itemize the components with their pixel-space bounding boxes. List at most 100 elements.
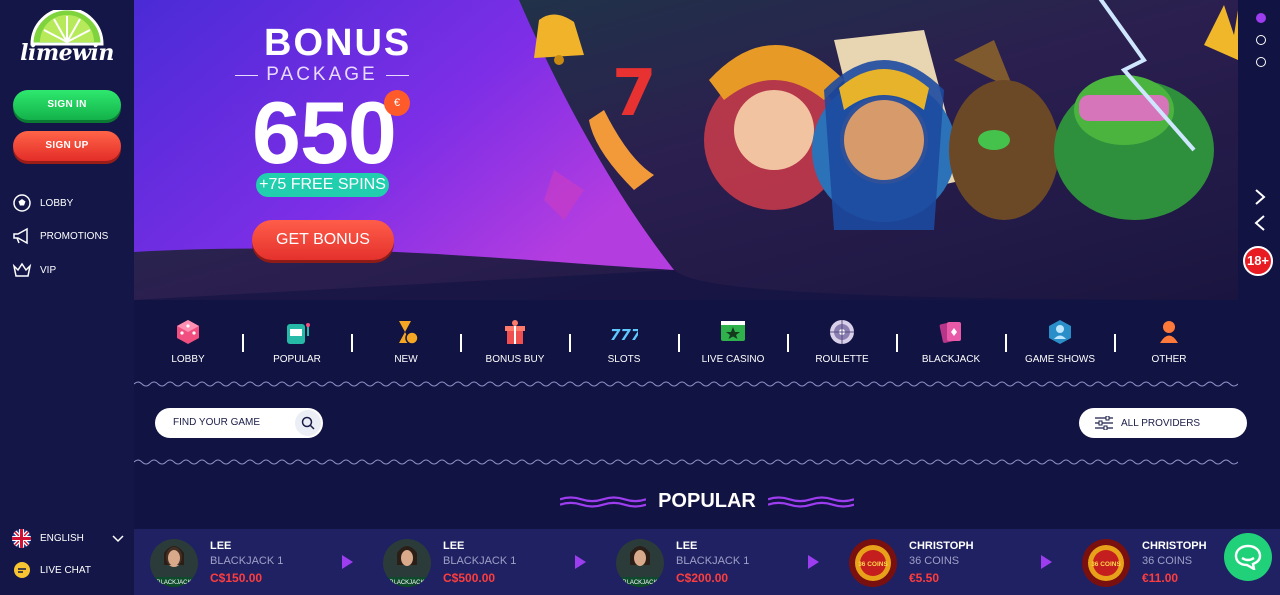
crown-icon <box>12 262 32 277</box>
win-player-name: LEE <box>210 540 232 552</box>
win-game-name: 36 COINS <box>1142 555 1193 567</box>
wave-decoration-icon <box>560 495 647 508</box>
logo-text: limewin <box>20 40 114 66</box>
sidebar-item-vip[interactable]: VIP <box>12 260 56 280</box>
search-placeholder: FIND YOUR GAME <box>173 417 261 428</box>
live-chat-button[interactable] <box>1224 533 1272 581</box>
category-other[interactable]: OTHER <box>1115 318 1223 365</box>
win-game-name: BLACKJACK 1 <box>443 555 517 567</box>
blackjack-thumbnail: BLACKJACK <box>616 539 664 587</box>
category-game-shows[interactable]: GAME SHOWS <box>1006 318 1114 365</box>
gift-icon <box>505 320 525 344</box>
chevron-down-icon <box>112 534 124 542</box>
category-label: BLACKJACK <box>921 354 981 365</box>
hourglass-icon <box>399 321 419 345</box>
divider <box>235 74 259 76</box>
win-player-name: CHRISTOPH <box>1142 540 1207 552</box>
next-arrow-icon[interactable] <box>1252 188 1268 206</box>
category-nav: LOBBY POPULAR NEW BONUS BUY 777 SLOTS LI… <box>134 318 1238 368</box>
svg-text:36 COINS: 36 COINS <box>1091 561 1121 568</box>
coins-thumbnail: 36 COINS <box>1082 539 1130 587</box>
get-bonus-button[interactable]: GET BONUS <box>252 220 394 260</box>
win-item[interactable]: BLACKJACK LEE BLACKJACK 1 C$150.00 <box>150 539 370 587</box>
recent-wins-strip: BLACKJACK LEE BLACKJACK 1 C$150.00 BLACK… <box>134 529 1280 595</box>
win-amount: €11.00 <box>1142 571 1179 585</box>
category-blackjack[interactable]: BLACKJACK <box>897 318 1005 365</box>
sidebar-item-lobby[interactable]: LOBBY <box>12 193 73 213</box>
category-slots[interactable]: 777 SLOTS <box>570 318 678 365</box>
play-icon[interactable] <box>1041 555 1052 569</box>
play-icon[interactable] <box>342 555 353 569</box>
category-live-casino[interactable]: LIVE CASINO <box>679 318 787 365</box>
svg-text:7: 7 <box>612 57 657 131</box>
providers-filter-button[interactable]: ALL PROVIDERS <box>1079 408 1247 438</box>
category-bonus-buy[interactable]: BONUS BUY <box>461 318 569 365</box>
win-game-name: BLACKJACK 1 <box>210 555 284 567</box>
category-label: ROULETTE <box>815 354 869 365</box>
category-label: NEW <box>394 354 418 365</box>
currency-badge: € <box>384 90 410 116</box>
live-chat-link[interactable]: LIVE CHAT <box>12 560 91 580</box>
blackjack-thumbnail: BLACKJACK <box>150 539 198 587</box>
soccer-ball-icon <box>13 194 31 212</box>
chat-icon <box>1234 544 1262 570</box>
bonus-amount: 650 <box>252 83 397 182</box>
sign-up-button[interactable]: SIGN UP <box>13 131 121 161</box>
play-icon[interactable] <box>808 555 819 569</box>
win-game-name: 36 COINS <box>909 555 960 567</box>
win-amount: C$200.00 <box>676 571 729 585</box>
bonus-title: BONUS <box>264 22 412 64</box>
language-label: ENGLISH <box>40 533 84 544</box>
win-player-name: LEE <box>443 540 465 552</box>
category-label: OTHER <box>1151 354 1187 365</box>
megaphone-icon <box>13 227 28 245</box>
sidebar-item-label: LOBBY <box>40 197 74 209</box>
category-label: POPULAR <box>273 354 321 365</box>
win-game-name: BLACKJACK 1 <box>676 555 750 567</box>
slider-dot[interactable] <box>1256 35 1266 45</box>
wavy-divider <box>134 459 1238 465</box>
prev-arrow-icon[interactable] <box>1252 214 1268 232</box>
roulette-icon <box>830 320 854 344</box>
category-popular[interactable]: POPULAR <box>243 318 351 365</box>
sliders-icon <box>1095 416 1113 430</box>
wavy-divider <box>134 381 1238 387</box>
play-icon[interactable] <box>575 555 586 569</box>
search-input[interactable]: FIND YOUR GAME <box>155 408 323 438</box>
sidebar-item-promotions[interactable]: PROMOTIONS <box>12 226 108 246</box>
win-player-name: CHRISTOPH <box>909 540 974 552</box>
language-selector[interactable]: ENGLISH <box>12 529 124 548</box>
blackjack-thumbnail: BLACKJACK <box>383 539 431 587</box>
win-player-name: LEE <box>676 540 698 552</box>
svg-text:777: 777 <box>610 326 638 344</box>
search-icon[interactable] <box>295 410 321 436</box>
category-label: SLOTS <box>607 354 641 365</box>
win-item[interactable]: BLACKJACK LEE BLACKJACK 1 C$200.00 <box>616 539 836 587</box>
category-lobby[interactable]: LOBBY <box>134 318 242 365</box>
providers-label: ALL PROVIDERS <box>1121 417 1201 429</box>
live-chat-label: LIVE CHAT <box>40 564 91 576</box>
slider-dot[interactable] <box>1256 57 1266 67</box>
age-restriction-badge: 18+ <box>1243 246 1273 276</box>
promo-banner[interactable]: 7 BONUS PACKAGE 650 € +75 FREE SPINS GET… <box>134 0 1238 300</box>
logo[interactable]: limewin <box>18 10 116 70</box>
win-amount: C$500.00 <box>443 571 496 585</box>
uk-flag-icon <box>12 529 31 548</box>
sidebar-item-label: VIP <box>40 264 57 276</box>
wave-decoration-icon <box>767 495 854 508</box>
host-icon <box>1049 320 1071 344</box>
other-icon <box>1160 321 1178 343</box>
svg-text:BLACKJACK: BLACKJACK <box>622 580 657 586</box>
777-icon: 777 <box>610 326 638 344</box>
category-new[interactable]: NEW <box>352 318 460 365</box>
category-roulette[interactable]: ROULETTE <box>788 318 896 365</box>
category-label: GAME SHOWS <box>1024 354 1095 365</box>
popular-title: POPULAR <box>658 490 756 512</box>
chat-bubble-icon <box>14 562 30 578</box>
win-item[interactable]: 36 COINS CHRISTOPH 36 COINS €5.50 <box>849 539 1069 587</box>
category-label: LIVE CASINO <box>701 354 765 365</box>
win-item[interactable]: BLACKJACK LEE BLACKJACK 1 C$500.00 <box>383 539 603 587</box>
sign-in-button[interactable]: SIGN IN <box>13 90 121 120</box>
svg-text:BLACKJACK: BLACKJACK <box>156 580 191 586</box>
slider-dot-active[interactable] <box>1256 13 1266 23</box>
